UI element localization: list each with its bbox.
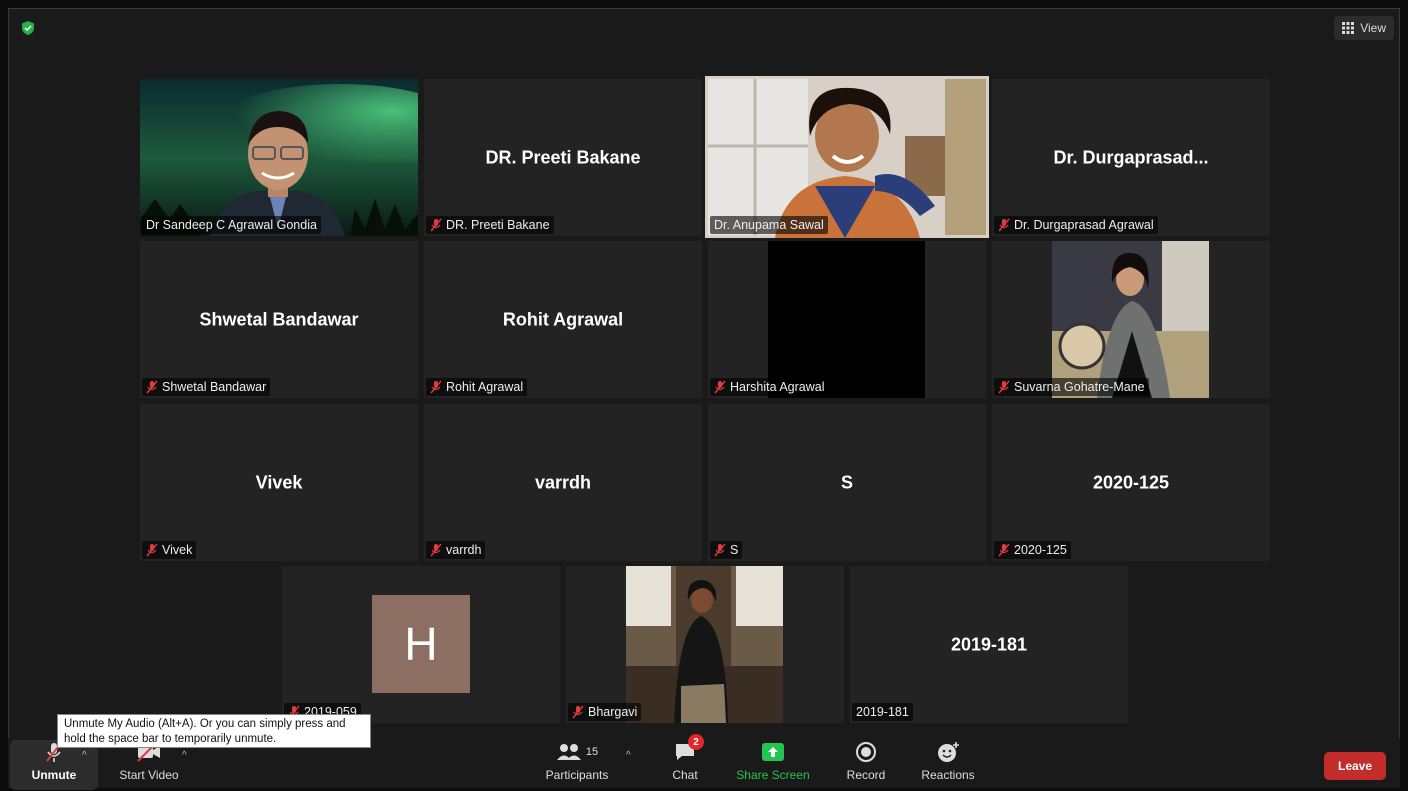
record-button[interactable]: Record [836, 738, 896, 788]
suvarna-video-feed [1052, 241, 1209, 398]
video-tile-shwetal[interactable]: Shwetal Bandawar Shwetal Bandawar [140, 241, 418, 398]
participant-display-name: S [840, 472, 853, 492]
video-tile-preeti[interactable]: DR. Preeti Bakane DR. Preeti Bakane [424, 79, 702, 236]
video-tile-2020-125[interactable]: 2020-125 2020-125 [992, 404, 1270, 561]
unmute-tooltip: Unmute My Audio (Alt+A). Or you can simp… [57, 714, 371, 748]
participants-button[interactable]: 15 Participants [538, 738, 616, 788]
participant-display-name: 2019-181 [950, 634, 1028, 654]
video-tile-2019-059[interactable]: H 2019-059 [282, 566, 560, 723]
participant-name: Vivek [162, 543, 193, 557]
participant-name: varrdh [446, 543, 482, 557]
participant-label: DR. Preeti Bakane [426, 216, 554, 234]
mic-muted-icon [998, 543, 1010, 557]
shield-check-icon[interactable] [20, 20, 36, 36]
view-label: View [1360, 21, 1386, 35]
participant-name: 2019-181 [856, 705, 909, 719]
video-tile-durgaprasad[interactable]: Dr. Durgaprasad... Dr. Durgaprasad Agraw… [992, 79, 1270, 236]
video-tile-s[interactable]: S S [708, 404, 986, 561]
video-tile-vivek[interactable]: Vivek Vivek [140, 404, 418, 561]
mic-muted-icon [146, 543, 158, 557]
share-screen-button[interactable]: Share Screen [730, 738, 816, 788]
mic-muted-icon [998, 218, 1010, 232]
record-label: Record [846, 768, 886, 782]
reactions-button[interactable]: Reactions [914, 738, 982, 788]
reactions-label: Reactions [921, 768, 975, 782]
chat-button[interactable]: 2 Chat [658, 734, 712, 788]
video-tile-rohit[interactable]: Rohit Agrawal Rohit Agrawal [424, 241, 702, 398]
participant-display-name: Shwetal Bandawar [199, 309, 359, 329]
video-tile-varrdh[interactable]: varrdh varrdh [424, 404, 702, 561]
participant-name: DR. Preeti Bakane [446, 218, 550, 232]
participant-name: Dr. Durgaprasad Agrawal [1014, 218, 1154, 232]
video-tile-sandeep[interactable]: Dr Sandeep C Agrawal Gondia [140, 79, 418, 236]
participant-name: Dr Sandeep C Agrawal Gondia [146, 218, 317, 232]
participant-label: Suvarna Gohatre-Mane [994, 378, 1149, 396]
video-tile-suvarna[interactable]: Suvarna Gohatre-Mane [992, 241, 1270, 398]
mic-muted-icon [572, 705, 584, 719]
aurora-video-feed [140, 79, 418, 236]
participant-name: Shwetal Bandawar [162, 380, 267, 394]
participant-label: 2020-125 [994, 541, 1071, 559]
video-tile-anupama-active-speaker[interactable]: Dr. Anupama Sawal [705, 76, 989, 238]
audio-options-caret[interactable]: ^ [82, 750, 87, 761]
participant-label: Bhargavi [568, 703, 642, 721]
chat-label: Chat [672, 768, 698, 782]
mic-muted-icon [430, 218, 442, 232]
participant-label: 2019-181 [852, 703, 913, 721]
video-options-caret[interactable]: ^ [182, 750, 187, 761]
participant-label: varrdh [426, 541, 486, 559]
participants-icon [556, 744, 581, 760]
participant-label: Rohit Agrawal [426, 378, 528, 396]
participant-label: S [710, 541, 743, 559]
participant-label: Dr. Durgaprasad Agrawal [994, 216, 1158, 234]
participant-display-name: Dr. Durgaprasad... [1053, 147, 1209, 167]
participant-label: Dr. Anupama Sawal [710, 216, 828, 234]
participant-display-name: DR. Preeti Bakane [485, 147, 641, 167]
video-tile-2019-181[interactable]: 2019-181 2019-181 [850, 566, 1128, 723]
black-video-feed [768, 241, 925, 398]
participants-count: 15 [585, 746, 599, 758]
participant-name: Dr. Anupama Sawal [714, 218, 824, 232]
bhargavi-video-feed [626, 566, 783, 723]
reactions-icon [938, 742, 959, 762]
mic-muted-icon [146, 380, 158, 394]
unmute-label: Unmute [31, 768, 77, 782]
mic-muted-icon [998, 380, 1010, 394]
anupama-video-feed [705, 76, 989, 238]
participant-label: Vivek [142, 541, 197, 559]
participant-display-name: 2020-125 [1092, 472, 1170, 492]
participant-display-name: varrdh [534, 472, 592, 492]
participant-name: Rohit Agrawal [446, 380, 524, 394]
mic-muted-icon [430, 543, 442, 557]
video-tile-bhargavi[interactable]: Bhargavi [566, 566, 844, 723]
mic-muted-icon [430, 380, 442, 394]
participant-display-name: Vivek [255, 472, 303, 492]
participant-name: Suvarna Gohatre-Mane [1014, 380, 1145, 394]
record-icon [856, 742, 876, 762]
participant-display-name: Rohit Agrawal [502, 309, 624, 329]
participant-name: S [730, 543, 739, 557]
participant-name: 2020-125 [1014, 543, 1067, 557]
mic-muted-icon [714, 543, 726, 557]
share-screen-label: Share Screen [736, 768, 810, 782]
share-screen-icon [762, 743, 784, 761]
participant-name: Harshita Agrawal [730, 380, 825, 394]
participant-name: Bhargavi [588, 705, 638, 719]
participant-label: Shwetal Bandawar [142, 378, 271, 396]
participant-label: Harshita Agrawal [710, 378, 829, 396]
video-tile-harshita[interactable]: Harshita Agrawal [708, 241, 986, 398]
participants-label: Participants [545, 768, 609, 782]
avatar: H [372, 595, 470, 693]
leave-button[interactable]: Leave [1324, 752, 1386, 780]
grid-icon [1342, 22, 1355, 34]
participants-options-caret[interactable]: ^ [626, 750, 631, 761]
mic-muted-icon [714, 380, 726, 394]
start-video-label: Start Video [119, 768, 179, 782]
view-button[interactable]: View [1334, 16, 1394, 40]
chat-unread-badge: 2 [688, 734, 704, 750]
participant-label: Dr Sandeep C Agrawal Gondia [142, 216, 321, 234]
